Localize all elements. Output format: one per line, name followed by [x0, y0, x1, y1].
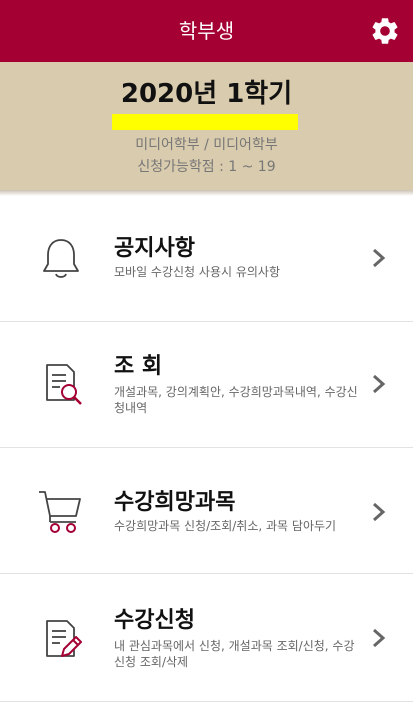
- document-edit-icon: [46, 620, 82, 657]
- menu-item-description: 개설과목, 강의계획안, 수강희망과목내역, 수강신청내역: [114, 385, 358, 415]
- menu-item-description: 내 관심과목에서 신청, 개설과목 조회/신청, 수강신청 조회/삭제: [114, 639, 355, 669]
- semester-info: 2020년 1학기 미디어학부 / 미디어학부 신청가능학점 : 1 ~ 19: [0, 62, 413, 190]
- menu-item-description: 모바일 수강신청 사용시 유의사항: [114, 265, 281, 279]
- semester-term: 2020년 1학기: [120, 79, 293, 109]
- menu-item-wishlist[interactable]: 수강희망과목 수강희망과목 신청/조회/취소, 과목 담아두기: [0, 448, 413, 574]
- page-title: 학부생: [178, 19, 235, 43]
- menu-item-notice[interactable]: 공지사항 모바일 수강신청 사용시 유의사항: [0, 196, 413, 322]
- menu-item-title: 수강희망과목: [114, 490, 236, 515]
- chevron-right-icon: [373, 374, 386, 394]
- department-label: 미디어학부 / 미디어학부: [135, 137, 278, 153]
- bell-icon: [43, 239, 79, 278]
- cart-icon: [39, 491, 81, 533]
- menu-item-description: 수강희망과목 신청/조회/취소, 과목 담아두기: [114, 519, 337, 533]
- menu-item-registration[interactable]: 수강신청 내 관심과목에서 신청, 개설과목 조회/신청, 수강신청 조회/삭제: [0, 576, 413, 702]
- credits-label: 신청가능학점 : 1 ~ 19: [137, 159, 276, 175]
- app-header: 학부생: [0, 0, 413, 62]
- document-search-icon: [46, 364, 82, 405]
- menu-item-title: 조 회: [114, 354, 163, 379]
- term-highlight: [112, 114, 298, 130]
- menu-item-inquiry[interactable]: 조 회 개설과목, 강의계획안, 수강희망과목내역, 수강신청내역: [0, 322, 413, 448]
- chevron-right-icon: [373, 502, 386, 522]
- menu-item-title: 공지사항: [114, 236, 195, 261]
- chevron-right-icon: [373, 628, 386, 648]
- chevron-right-icon: [373, 248, 386, 268]
- menu-item-title: 수강신청: [114, 608, 195, 633]
- gear-icon[interactable]: [369, 15, 401, 47]
